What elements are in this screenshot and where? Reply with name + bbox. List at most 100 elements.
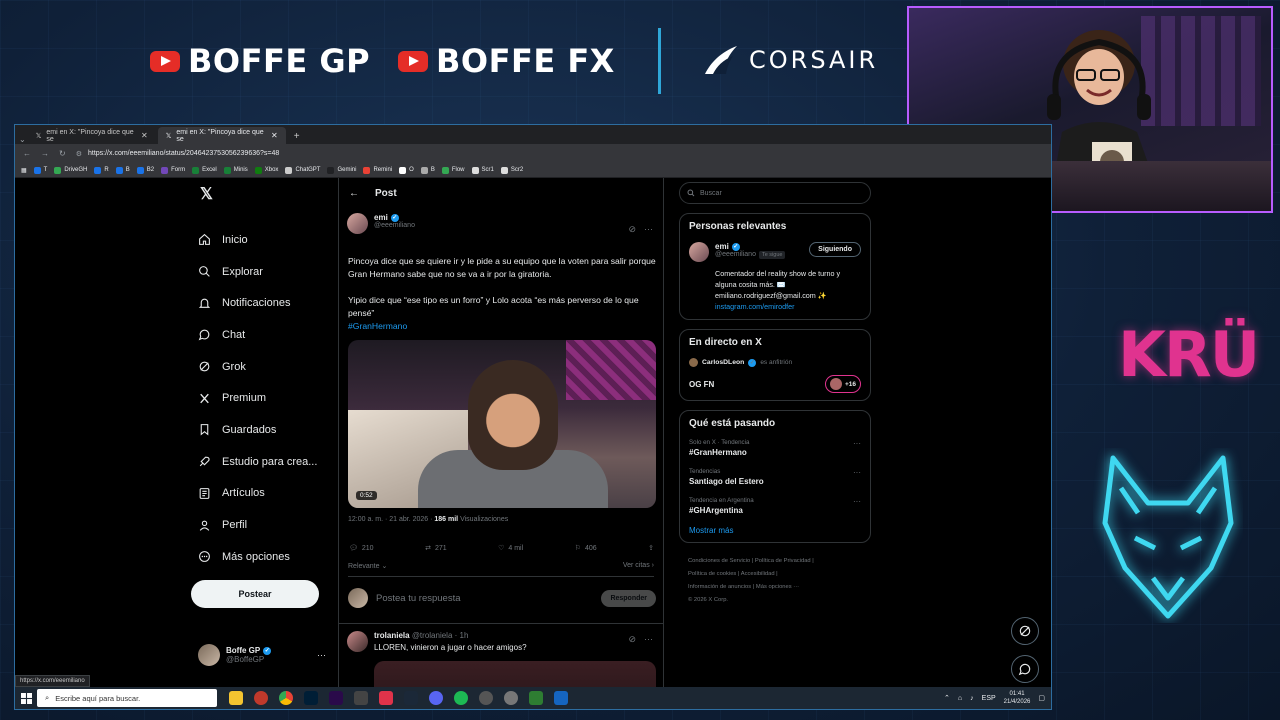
bookmark-item[interactable]: T	[33, 166, 47, 174]
browser-tab-active[interactable]: 𝕏 emi en X: "Pincoya dice que se ✕	[157, 127, 286, 144]
nav-item-grok[interactable]: Grok	[197, 351, 317, 383]
app-icon[interactable]	[354, 691, 368, 705]
bookmark-item[interactable]: Excel	[192, 166, 217, 174]
more-icon[interactable]: ···	[853, 468, 861, 477]
tray-chevron-icon[interactable]: ⌃	[944, 694, 950, 702]
address-bar[interactable]: ⚙ https://x.com/eeemiliano/status/204642…	[76, 150, 280, 158]
bookmark-item[interactable]: O	[399, 166, 414, 174]
network-icon[interactable]: ⌂	[958, 695, 962, 702]
bookmark-item[interactable]: R	[94, 166, 109, 174]
photoshop-icon[interactable]	[304, 691, 318, 705]
grok-icon[interactable]: ⊘	[628, 224, 636, 235]
nav-item-notificaciones[interactable]: Notificaciones	[197, 287, 317, 319]
apps-icon[interactable]: ▦	[21, 167, 27, 174]
reload-icon[interactable]: ↻	[59, 149, 66, 158]
quotes-link[interactable]: Ver citas ›	[623, 562, 654, 570]
following-button[interactable]: Siguiendo	[809, 242, 861, 257]
nav-item-mas-opciones[interactable]: Más opciones	[197, 541, 317, 573]
more-icon[interactable]: ···	[644, 634, 653, 645]
bookmark-item[interactable]: B	[115, 166, 130, 174]
sort-dropdown[interactable]: Relevante ⌄	[348, 562, 387, 570]
bookmark-item[interactable]: Xbox	[254, 166, 278, 174]
relevant-person[interactable]: emi ✓ @eeemiliano Te sigue Siguiendo	[689, 242, 861, 262]
reply-button[interactable]: 💬︎ 210	[349, 544, 374, 553]
reply-submit-button[interactable]: Responder	[601, 589, 656, 607]
trend-item[interactable]: Tendencia en Argentina #GHArgentina ···	[689, 497, 861, 515]
reply-media[interactable]	[374, 661, 656, 689]
avatar[interactable]	[347, 213, 368, 234]
app-icon[interactable]	[379, 691, 393, 705]
windows-start-button[interactable]	[15, 692, 37, 704]
bookmark-item[interactable]: Scr2	[500, 166, 523, 174]
trend-item[interactable]: Solo en X · Tendencia #GranHermano ···	[689, 439, 861, 457]
like-button[interactable]: ♡ 4 mil	[498, 544, 523, 553]
avatar[interactable]	[347, 631, 368, 652]
more-icon[interactable]: ···	[853, 439, 861, 448]
live-card[interactable]: En directo en X CarlosDLeon ✓ es anfitri…	[679, 329, 871, 401]
back-icon[interactable]: ←	[23, 149, 31, 158]
nav-item-articulos[interactable]: Artículos	[197, 478, 317, 510]
nav-item-chat[interactable]: Chat	[197, 319, 317, 351]
close-icon[interactable]: ✕	[141, 131, 148, 140]
trend-item[interactable]: Tendencias Santiago del Estero ···	[689, 468, 861, 486]
bookmark-item[interactable]: DriveGH	[54, 166, 87, 174]
reply-tweet[interactable]: trolaniela @trolaniela · 1h LLOREN, vini…	[347, 631, 527, 652]
obs-icon[interactable]	[504, 691, 518, 705]
chrome-icon[interactable]	[279, 691, 293, 705]
site-info-icon[interactable]: ⚙	[76, 150, 82, 158]
file-explorer-icon[interactable]	[229, 691, 243, 705]
post-author[interactable]: emi ✓ @eeemiliano	[347, 213, 415, 234]
share-button[interactable]: ⇪	[648, 544, 654, 552]
grok-icon[interactable]: ⊘	[628, 634, 636, 645]
close-icon[interactable]: ✕	[271, 131, 278, 140]
taskbar-search-input[interactable]: ⌕ Escribe aquí para buscar.	[37, 689, 217, 707]
bookmark-button[interactable]: ⚐ 406	[575, 544, 597, 553]
nav-item-premium[interactable]: Premium	[197, 382, 317, 414]
more-icon[interactable]: ···	[853, 497, 861, 506]
nav-item-explorar[interactable]: Explorar	[197, 256, 317, 288]
browser-tab[interactable]: 𝕏 emi en X: "Pincoya dice que se ✕	[28, 127, 156, 144]
app-icon[interactable]	[554, 691, 568, 705]
post-time[interactable]: 12:00 a. m. · 21 abr. 2026 ·	[348, 516, 434, 523]
bookmark-item[interactable]: B	[420, 166, 435, 174]
video-player[interactable]: 0:52	[348, 340, 656, 508]
new-tab-button[interactable]: +	[288, 131, 306, 144]
nav-item-inicio[interactable]: Inicio	[197, 224, 317, 256]
volume-icon[interactable]: ♪	[970, 695, 974, 702]
bookmark-item[interactable]: Flow	[441, 166, 465, 174]
show-more-link[interactable]: Mostrar más	[689, 526, 861, 535]
app-icon[interactable]	[254, 691, 268, 705]
account-switcher[interactable]: Boffe GP ✓ @BoffeGP	[198, 644, 272, 666]
bookmark-item[interactable]: Scr1	[471, 166, 494, 174]
forward-icon[interactable]: →	[41, 149, 49, 158]
bookmark-item[interactable]: Gemini	[327, 166, 356, 174]
bio-link[interactable]: instagram.com/emirodfer	[715, 302, 795, 311]
tab-search-icon[interactable]: ⌄	[19, 135, 26, 144]
notification-icon[interactable]: ▢	[1038, 694, 1045, 702]
footer-line[interactable]: Política de cookies | Accesibilidad |	[688, 568, 871, 581]
messages-float-button[interactable]	[1011, 655, 1039, 683]
clock[interactable]: 01:41 21/4/2026	[1004, 690, 1031, 706]
discord-icon[interactable]	[429, 691, 443, 705]
nav-item-guardados[interactable]: Guardados	[197, 414, 317, 446]
nav-item-estudio[interactable]: Estudio para crea...	[197, 446, 317, 478]
bookmark-item[interactable]: B2	[136, 166, 154, 174]
x-logo-icon[interactable]: 𝕏	[200, 184, 213, 204]
language-indicator[interactable]: ESP	[982, 695, 996, 702]
hashtag-link[interactable]: #GranHermano	[348, 320, 658, 333]
back-arrow-icon[interactable]: ←	[349, 188, 359, 199]
more-icon[interactable]: ···	[317, 650, 326, 660]
app-icon[interactable]	[479, 691, 493, 705]
nav-item-perfil[interactable]: Perfil	[197, 509, 317, 541]
spotify-icon[interactable]	[454, 691, 468, 705]
footer-line[interactable]: Condiciones de Servicio | Política de Pr…	[688, 555, 871, 568]
grok-float-button[interactable]	[1011, 617, 1039, 645]
repost-button[interactable]: ⇄ 271	[425, 544, 447, 553]
bookmark-item[interactable]: Form	[161, 166, 185, 174]
more-icon[interactable]: ···	[644, 224, 653, 235]
avatar[interactable]	[689, 242, 709, 262]
footer-line[interactable]: Información de anuncios | Más opciones ·…	[688, 581, 871, 594]
steam-icon[interactable]	[404, 691, 418, 705]
app-icon[interactable]	[529, 691, 543, 705]
bookmark-item[interactable]: Minis	[223, 166, 248, 174]
